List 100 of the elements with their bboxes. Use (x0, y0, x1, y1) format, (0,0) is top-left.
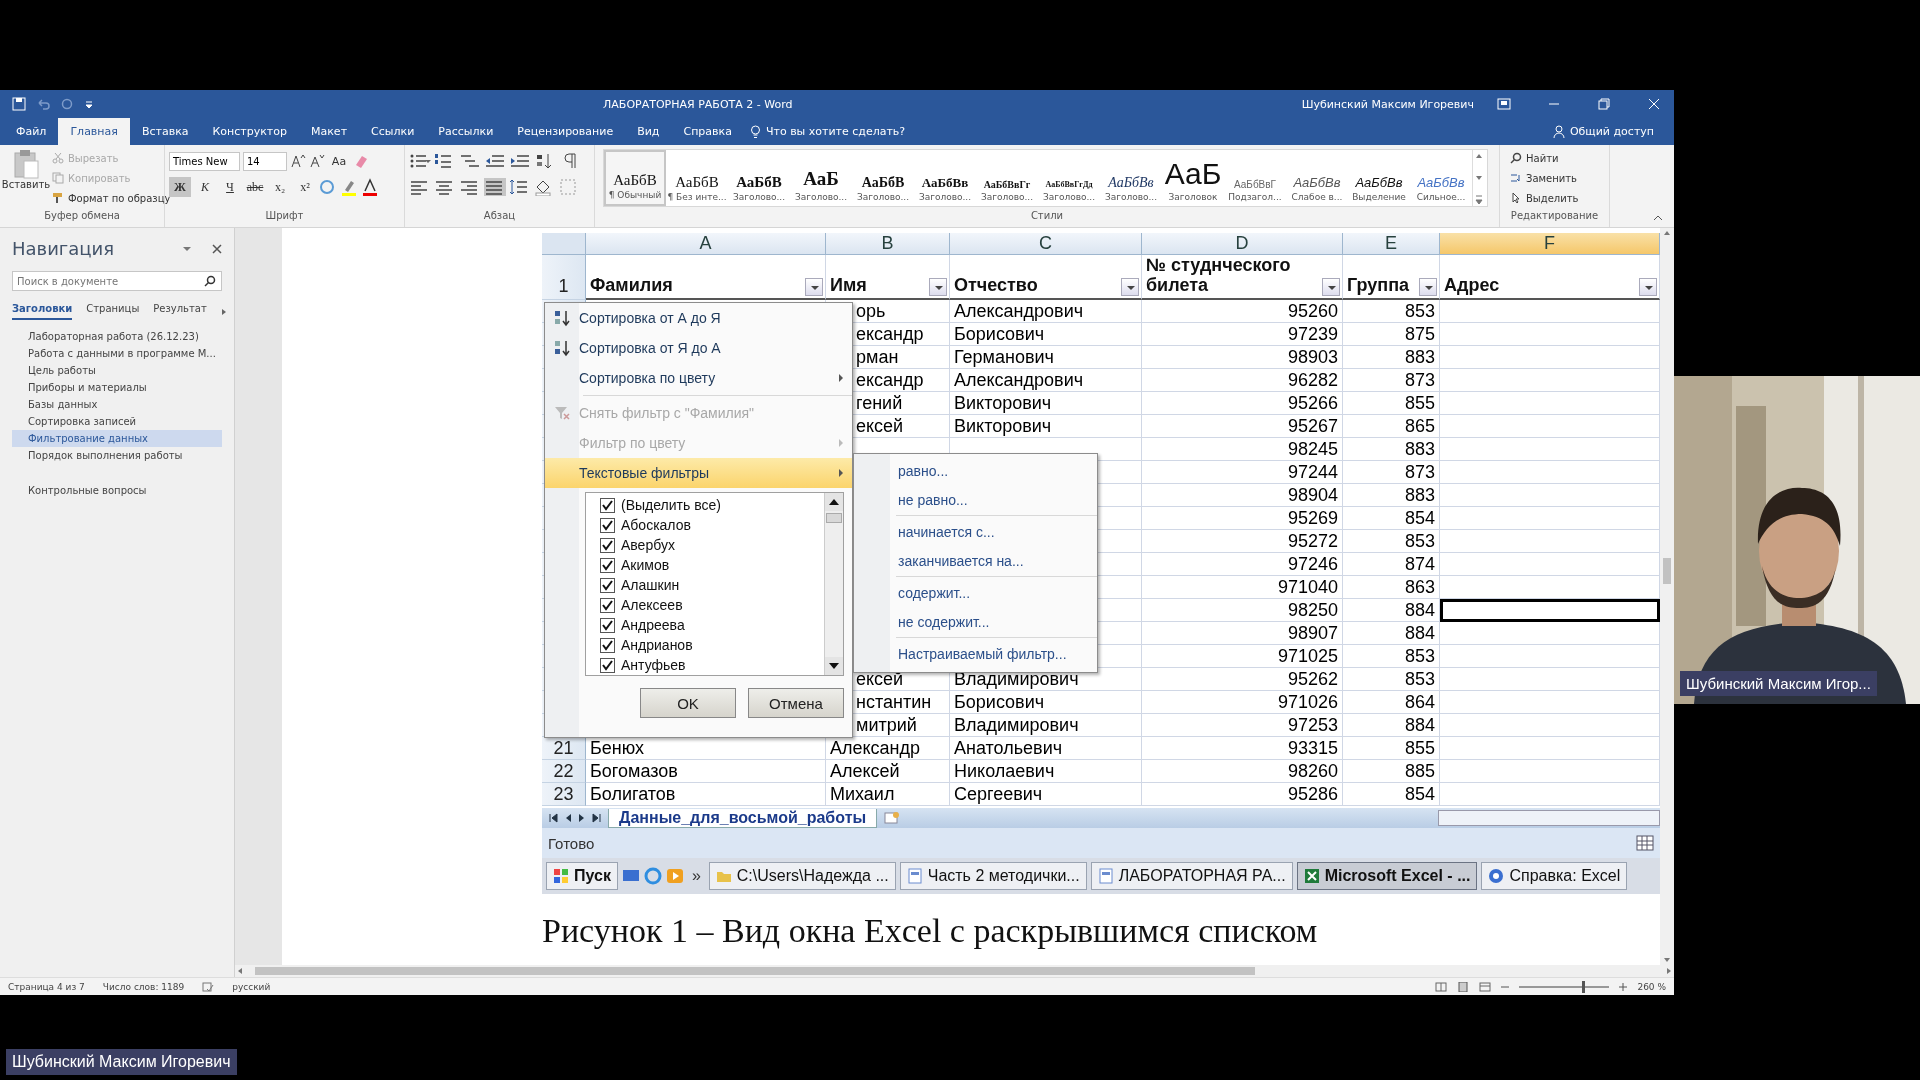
menu-item[interactable]: содержит... (854, 578, 1097, 607)
menu-item[interactable]: не содержит... (854, 607, 1097, 636)
filter-dropdown-button[interactable] (1322, 278, 1340, 296)
style-item[interactable]: АаБ Заголово... (790, 150, 852, 206)
taskbar-button[interactable]: ЛАБОРАТОРНАЯ РА... (1090, 862, 1293, 890)
normal-view-icon[interactable] (1636, 835, 1654, 851)
checkbox[interactable] (600, 537, 615, 553)
shrink-font-icon[interactable] (309, 153, 325, 169)
scrollbar-thumb[interactable] (255, 967, 1255, 975)
font-name-field[interactable]: Times New (169, 151, 240, 171)
undo-icon[interactable] (36, 97, 50, 111)
clipboard-button[interactable]: Формат по образцу (68, 192, 171, 204)
editing-button[interactable]: Найти (1526, 152, 1559, 164)
pane-tab[interactable]: Результат (153, 303, 207, 320)
start-button[interactable]: Пуск (546, 862, 618, 890)
format-button[interactable]: x₂ (269, 177, 291, 197)
filter-value[interactable]: Алексеев (621, 597, 683, 613)
style-item[interactable]: АаБбВ Заголово... (852, 150, 914, 206)
redo-icon[interactable] (60, 97, 74, 111)
style-item[interactable]: АаБбВв Слабое в... (1286, 150, 1348, 206)
language-indicator[interactable]: русский (232, 981, 271, 992)
column-header[interactable]: D (1142, 233, 1343, 255)
change-case-button[interactable]: Aa (328, 151, 350, 171)
heading-item[interactable]: Порядок выполнения работы (12, 447, 222, 464)
share-button[interactable]: Общий доступ (1569, 125, 1654, 138)
checkbox[interactable] (600, 497, 615, 513)
menu-item[interactable]: заканчивается на... (854, 546, 1097, 575)
scrollbar-thumb[interactable] (826, 513, 842, 523)
style-item[interactable]: АаБбВв Заголово... (1100, 150, 1162, 206)
previous-sheet-icon[interactable] (564, 813, 572, 823)
ribbon-tab[interactable]: Вставка (129, 118, 201, 145)
checkbox[interactable] (600, 517, 615, 533)
pane-options-icon[interactable] (182, 244, 192, 253)
style-item[interactable]: АаБбВв Сильное... (1410, 150, 1472, 206)
sheet-tab[interactable]: Данные_для_восьмой_работы (608, 808, 878, 828)
next-sheet-icon[interactable] (578, 813, 586, 823)
style-item[interactable]: АаБ Заголовок (1162, 150, 1224, 206)
checkbox[interactable] (600, 577, 615, 593)
grow-font-icon[interactable] (290, 153, 306, 169)
filter-dropdown-button[interactable] (929, 278, 947, 296)
ribbon-tab[interactable]: Макет (299, 118, 360, 145)
format-button[interactable]: x² (294, 177, 316, 197)
ribbon-tab[interactable]: Конструктор (200, 118, 299, 145)
column-header[interactable]: B (826, 233, 950, 255)
pane-tab[interactable]: Заголовки (12, 303, 73, 320)
style-item[interactable]: АаБбВ ¶ Без инте... (666, 150, 728, 206)
taskbar-button[interactable]: Microsoft Excel - ... (1296, 862, 1478, 890)
scroll-up-icon[interactable] (825, 493, 843, 511)
pane-tab[interactable]: Страницы (86, 303, 140, 320)
filter-value[interactable]: Акимов (621, 557, 670, 573)
row-header[interactable]: 1 (542, 255, 586, 300)
style-item[interactable]: АаБбВв Заголово... (914, 150, 976, 206)
style-item[interactable]: АаБбВ ¶ Обычный (604, 150, 666, 206)
more-button[interactable]: » (687, 867, 705, 885)
page-count[interactable]: Страница 4 из 7 (8, 981, 85, 992)
gallery-more-icon[interactable] (1473, 194, 1485, 206)
user-name[interactable]: Шубинский Максим Игоревич (1301, 97, 1474, 111)
decrease-indent-icon[interactable] (484, 152, 506, 170)
heading-item[interactable]: Приборы и материалы (12, 379, 222, 396)
format-button[interactable]: abc (244, 177, 266, 197)
editing-button[interactable]: Заменить (1526, 172, 1577, 184)
zoom-in-icon[interactable] (1619, 982, 1628, 991)
browser-icon[interactable] (643, 867, 662, 885)
more-tabs-icon[interactable] (220, 307, 227, 316)
scroll-down-icon[interactable] (825, 657, 843, 675)
ok-button[interactable]: OK (640, 688, 736, 718)
scrollbar-thumb[interactable] (1663, 558, 1671, 584)
menu-item[interactable]: Текстовые фильтры (545, 458, 852, 488)
search-icon[interactable] (204, 275, 216, 287)
style-item[interactable]: АаБбВв Выделение (1348, 150, 1410, 206)
tell-me-field[interactable]: Что вы хотите сделать? (765, 125, 906, 138)
font-color-icon[interactable] (361, 178, 379, 196)
column-header[interactable]: E (1343, 233, 1440, 255)
paste-button[interactable]: Вставить (4, 149, 48, 210)
menu-item[interactable]: не равно... (854, 485, 1097, 514)
filter-dropdown-button[interactable] (1121, 278, 1139, 296)
ribbon-tab[interactable]: Файл (4, 118, 59, 145)
filter-value[interactable]: Андрианов (621, 637, 693, 653)
read-mode-icon[interactable] (1435, 981, 1448, 992)
taskbar-button[interactable]: Часть 2 методички... (899, 862, 1087, 890)
search-field[interactable]: Поиск в документе (12, 271, 222, 291)
collapse-ribbon-icon[interactable] (1652, 213, 1664, 223)
heading-item[interactable]: Сортировка записей (12, 413, 222, 430)
filter-dropdown-button[interactable] (1639, 278, 1657, 296)
ribbon-tab[interactable]: Справка (671, 118, 744, 145)
filter-value[interactable]: Андреева (621, 617, 685, 633)
filter-dropdown-button[interactable] (805, 278, 823, 296)
filter-value[interactable]: Алашкин (621, 577, 680, 593)
checkbox[interactable] (600, 657, 615, 673)
proofing-icon[interactable] (202, 981, 215, 992)
filter-value[interactable]: Авербух (621, 537, 675, 553)
filter-value[interactable]: Абоскалов (621, 517, 691, 533)
close-icon[interactable] (212, 243, 222, 254)
style-item[interactable]: АаБбВвГгДд Заголово... (1038, 150, 1100, 206)
restore-icon[interactable] (1598, 98, 1610, 110)
multilevel-list-icon[interactable] (459, 152, 481, 170)
menu-item[interactable]: начинается с... (854, 517, 1097, 546)
increase-indent-icon[interactable] (509, 152, 531, 170)
ribbon-tab[interactable]: Ссылки (359, 118, 427, 145)
web-layout-icon[interactable] (1479, 981, 1492, 992)
